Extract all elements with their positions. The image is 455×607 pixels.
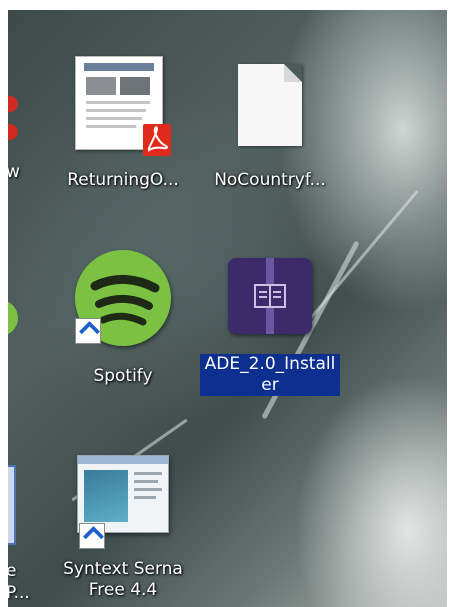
thumbnail-header [84, 63, 154, 71]
desktop-icon-returning-pdf[interactable]: ReturningO... [53, 52, 193, 192]
thumbnail-text [86, 117, 142, 120]
icon-label: Syntext Serna Free 4.4 [63, 559, 183, 600]
desktop-icon-ade-installer[interactable]: ADE_2.0_Installer [200, 258, 340, 418]
partial-icon-bottom-left[interactable]: e P... [8, 465, 30, 605]
window-icon-fragment [8, 465, 16, 545]
book-icon [254, 284, 286, 308]
blank-document-icon [238, 64, 302, 146]
window-text [134, 488, 162, 491]
partial-icon-top-left[interactable]: w [8, 90, 28, 190]
desktop-icon-syntext-serna[interactable]: Syntext Serna Free 4.4 [53, 455, 193, 607]
partial-label: e [8, 561, 17, 581]
icon-label: Spotify [93, 366, 153, 386]
installer-package-icon [228, 258, 312, 334]
icon-label: ReturningO... [67, 170, 179, 190]
icon-label: NoCountryf... [214, 170, 326, 190]
partial-label: P... [8, 583, 30, 603]
red-icon-fragment [8, 124, 18, 140]
acrobat-pdf-icon [143, 124, 171, 156]
desktop-icon-nocountry-document[interactable]: NoCountryf... [200, 52, 340, 192]
green-icon-fragment [8, 300, 18, 336]
icon-label-selected: ADE_2.0_Installer [200, 354, 340, 396]
window-text [134, 496, 156, 499]
application-window-icon [77, 455, 169, 533]
thumbnail-text [86, 101, 150, 104]
shortcut-arrow-icon [75, 318, 101, 344]
thumbnail-image [86, 77, 116, 95]
window-text [134, 480, 158, 483]
thumbnail-image [120, 77, 150, 95]
thumbnail-text [86, 125, 136, 128]
window-pane [84, 470, 128, 522]
partial-label: w [8, 162, 20, 182]
desktop[interactable]: w e P... ReturningO... NoCountryf... Spo… [8, 10, 447, 607]
acrobat-glyph-icon [148, 126, 168, 152]
desktop-icon-spotify[interactable]: Spotify [53, 250, 193, 400]
red-icon-fragment [8, 96, 18, 112]
shortcut-arrow-icon [79, 523, 105, 549]
window-titlebar [78, 456, 168, 464]
window-text [134, 472, 162, 475]
thumbnail-text [86, 109, 146, 112]
